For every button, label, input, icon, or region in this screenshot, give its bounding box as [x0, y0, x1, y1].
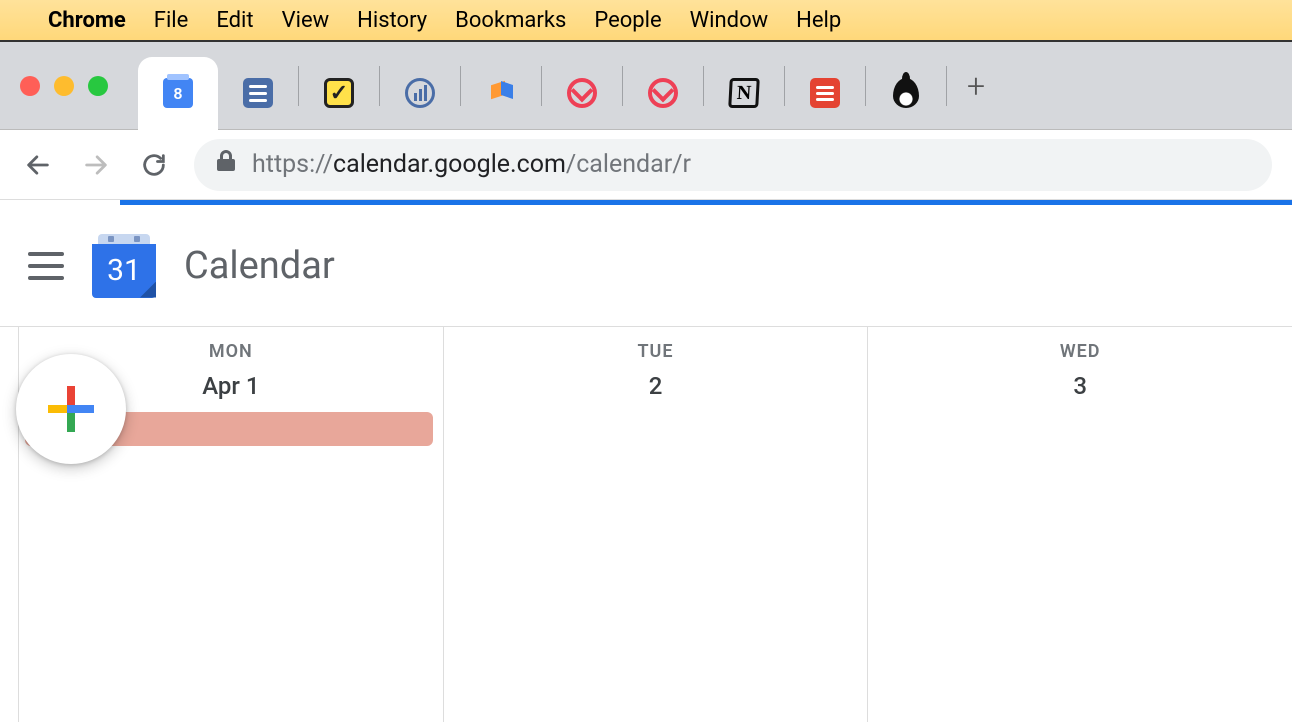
tab-9[interactable] [785, 57, 865, 130]
tab-5[interactable] [461, 57, 541, 130]
date-label[interactable]: 2 [444, 372, 868, 400]
arrow-left-icon [24, 151, 52, 179]
main-menu-button[interactable] [28, 252, 64, 280]
new-tab-button[interactable]: + [947, 67, 1005, 105]
menu-people[interactable]: People [594, 8, 661, 33]
tab-8[interactable]: N [704, 57, 784, 130]
tab-10[interactable] [866, 57, 946, 130]
tab-google-calendar[interactable]: 8 [138, 57, 218, 130]
checkbox-app-favicon-icon: ✓ [323, 77, 355, 109]
tab-6[interactable] [542, 57, 622, 130]
page-loading-indicator [0, 200, 1292, 205]
google-calendar-favicon-icon: 8 [162, 77, 194, 109]
menu-bookmarks[interactable]: Bookmarks [455, 8, 566, 33]
tab-4[interactable] [380, 57, 460, 130]
create-event-button[interactable] [16, 354, 126, 464]
browser-tab-strip: 8 ✓ N + [0, 42, 1292, 130]
cube-app-favicon-icon [485, 77, 517, 109]
date-label[interactable]: 3 [868, 372, 1292, 400]
reload-button[interactable] [136, 147, 172, 183]
notion-favicon-icon: N [728, 77, 760, 109]
address-bar-input[interactable]: https://calendar.google.com/calendar/r [194, 139, 1272, 191]
calendar-week-grid: MON Apr 1 TUE 2 WED 3 [0, 327, 1292, 722]
lock-icon [216, 149, 236, 180]
window-controls [20, 76, 108, 96]
flame-app-favicon-icon [890, 77, 922, 109]
forward-button[interactable] [78, 147, 114, 183]
todoist-favicon-icon [809, 77, 841, 109]
menu-app-name[interactable]: Chrome [48, 8, 126, 33]
url-text: https://calendar.google.com/calendar/r [252, 150, 691, 179]
tab-2[interactable] [218, 57, 298, 130]
menu-help[interactable]: Help [796, 8, 841, 33]
macos-menubar: Chrome File Edit View History Bookmarks … [0, 0, 1292, 42]
reload-icon [140, 151, 168, 179]
pocket-favicon-icon [566, 77, 598, 109]
back-button[interactable] [20, 147, 56, 183]
app-header: 31 Calendar [0, 205, 1292, 327]
calendar-column-tue[interactable]: TUE 2 [443, 327, 868, 722]
pocket-alt-favicon-icon [647, 77, 679, 109]
browser-toolbar: https://calendar.google.com/calendar/r [0, 130, 1292, 200]
window-zoom-button[interactable] [88, 76, 108, 96]
hamburger-icon [28, 252, 64, 256]
menu-edit[interactable]: Edit [216, 8, 253, 33]
chart-app-favicon-icon [404, 77, 436, 109]
tab-3[interactable]: ✓ [299, 57, 379, 130]
calendar-column-wed[interactable]: WED 3 [867, 327, 1292, 722]
google-plus-icon [48, 386, 94, 432]
list-app-favicon-icon [242, 77, 274, 109]
google-calendar-logo-icon[interactable]: 31 [92, 234, 156, 298]
menu-window[interactable]: Window [690, 8, 769, 33]
window-close-button[interactable] [20, 76, 40, 96]
day-of-week-label: TUE [444, 341, 868, 362]
menu-file[interactable]: File [154, 8, 189, 33]
window-minimize-button[interactable] [54, 76, 74, 96]
day-of-week-label: WED [868, 341, 1292, 362]
tab-7[interactable] [623, 57, 703, 130]
menu-view[interactable]: View [282, 8, 330, 33]
app-title: Calendar [184, 244, 335, 288]
menu-history[interactable]: History [357, 8, 427, 33]
arrow-right-icon [82, 151, 110, 179]
